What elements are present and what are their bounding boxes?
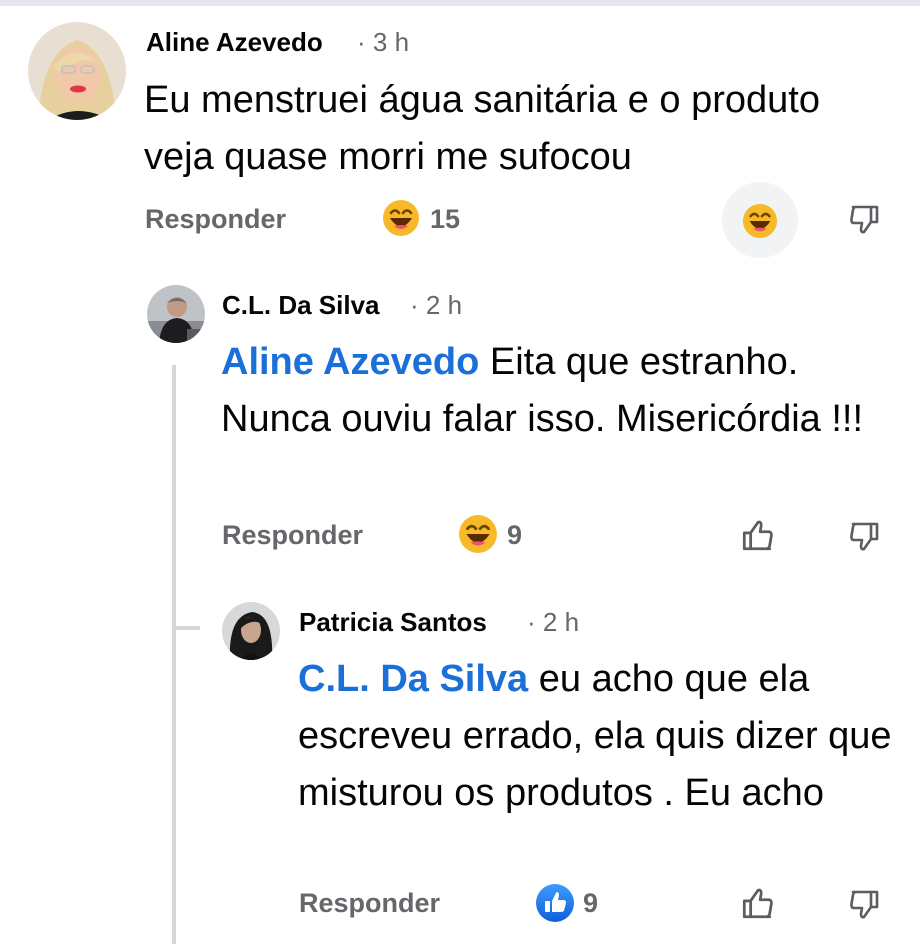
comment-text: C.L. Da Silva eu acho que ela escreveu e… [298,651,898,822]
comment-text-part: escreveu errado, ela quis dizer que mist… [298,715,892,814]
avatar[interactable] [28,22,126,120]
reaction-count[interactable]: 9 [507,520,522,551]
reply-button[interactable]: Responder [299,888,440,919]
comment-text-part: Eita que estranho. [479,341,799,383]
reply-button[interactable]: Responder [145,204,286,235]
laughing-emoji-icon[interactable] [742,203,778,239]
laughing-emoji-icon[interactable] [458,514,498,554]
thread-connector [172,626,200,630]
mention-link[interactable]: C.L. Da Silva [298,658,528,700]
reply-button[interactable]: Responder [222,520,363,551]
comment-time[interactable]: · 2 h [527,607,579,638]
reaction-count[interactable]: 9 [583,888,598,919]
top-divider [0,0,920,6]
thread-connector [172,365,176,944]
avatar[interactable] [222,602,280,660]
comment-text: Eu menstruei água sanitária e o produto … [144,79,820,178]
like-badge-icon[interactable] [535,883,575,923]
comment-text-part: Nunca ouviu falar isso. Misericórdia !!! [221,398,864,440]
comment-time[interactable]: · 2 h [410,290,462,321]
dislike-icon[interactable] [848,519,882,553]
comment-author[interactable]: C.L. Da Silva [222,290,380,321]
dislike-icon[interactable] [848,887,882,921]
comment-author[interactable]: Patricia Santos [299,607,487,638]
comment-text-part: eu acho que ela [528,658,810,700]
avatar[interactable] [147,285,205,343]
like-icon[interactable] [739,518,775,554]
dislike-icon[interactable] [848,202,882,236]
comment-time[interactable]: · 3 h [357,27,409,58]
mention-link[interactable]: Aline Azevedo [221,341,479,383]
comment-text: Aline Azevedo Eita que estranho. Nunca o… [221,334,881,448]
comment-author[interactable]: Aline Azevedo [146,27,323,58]
laughing-emoji-icon[interactable] [382,199,420,237]
like-icon[interactable] [739,886,775,922]
reaction-count[interactable]: 15 [430,204,460,235]
